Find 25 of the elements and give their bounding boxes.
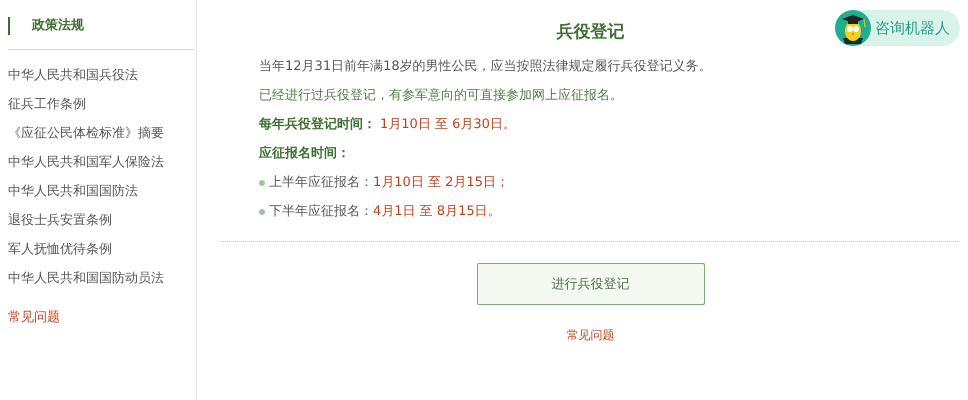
date-range: 1月10日 至 2月15日； [373, 174, 509, 192]
sidebar-heading: 政策法规 [8, 17, 84, 35]
paragraph: 已经进行过兵役登记，有参军意向的可直接参加网上应征报名。 [259, 87, 624, 105]
faq-link[interactable]: 常见问题 [8, 308, 196, 326]
sidebar-link[interactable]: 退役士兵安置条例 [8, 211, 196, 230]
bird-mascot-icon [835, 10, 871, 46]
field-label: 每年兵役登记时间： [259, 116, 376, 134]
section-heading: 应征报名时间： [259, 144, 351, 163]
register-button[interactable]: 进行兵役登记 [476, 263, 704, 305]
date-range: 1月10日 至 6月30日。 [380, 116, 516, 134]
sidebar-link[interactable]: 中华人民共和国兵役法 [8, 66, 196, 85]
sidebar-link[interactable]: 中华人民共和国国防动员法 [8, 269, 196, 288]
sidebar-link[interactable]: 中华人民共和国军人保险法 [8, 153, 196, 172]
sidebar-link[interactable]: 中华人民共和国国防法 [8, 182, 196, 201]
date-range: 4月1日 至 8月15日。 [373, 203, 501, 221]
sidebar-link[interactable]: 《应征公民体检标准》摘要 [8, 124, 196, 143]
page-title: 兵役登记 [556, 21, 624, 44]
paragraph: 当年12月31日前年满18岁的男性公民，应当按照法律规定履行兵役登记义务。 [259, 58, 713, 76]
faq-link[interactable]: 常见问题 [566, 327, 614, 344]
sidebar-link[interactable]: 征兵工作条例 [8, 95, 196, 114]
field-label: 下半年应征报名： [269, 203, 373, 221]
bullet-icon [259, 208, 265, 214]
sidebar-link[interactable]: 军人抚恤优待条例 [8, 240, 196, 259]
bullet-icon [259, 180, 265, 186]
field-label: 上半年应征报名： [269, 174, 373, 192]
